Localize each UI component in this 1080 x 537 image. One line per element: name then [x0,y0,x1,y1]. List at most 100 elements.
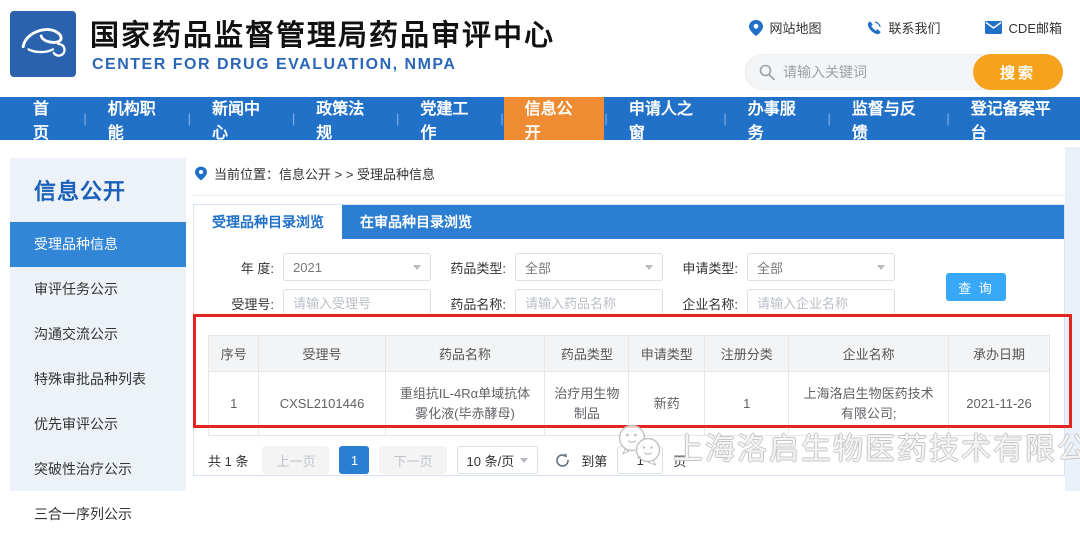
sidebar-list: 受理品种信息 审评任务公示 沟通交流公示 特殊审批品种列表 优先审评公示 突破性治疗公示三… [10,222,186,537]
search-icon [759,64,775,80]
table-cell-3: 治疗用生物制品 [544,371,630,436]
sidebar-item-2[interactable]: 沟通交流公示 [10,312,186,357]
contact-link[interactable]: 联系我们 [866,18,941,37]
table-cell-4: 新药 [628,371,706,436]
top-links: 网站地图 联系我们 CDE邮箱 [748,18,1062,37]
site-header: 国家药品监督管理局药品审评中心 CENTER FOR DRUG EVALUATI… [0,0,1080,97]
filter-row-2: 受理号: 药品名称: 企业名称: [208,289,1050,317]
site-title-cn: 国家药品监督管理局药品审评中心 [90,20,556,52]
drug-name-input[interactable] [515,289,663,317]
year-select[interactable]: 2021 [283,253,431,281]
mailbox-link[interactable]: CDE邮箱 [984,18,1062,37]
table-cell-0: 1 [207,371,260,436]
tab-bar: 受理品种目录浏览 在审品种目录浏览 [194,205,1064,239]
refresh-button[interactable] [554,452,571,469]
company-name-input[interactable] [747,289,895,317]
chevron-down-icon [645,264,653,270]
tab-accepted-catalog[interactable]: 受理品种目录浏览 [194,205,342,239]
swan-logo-icon [21,28,66,57]
sidebar-title: 信息公开 [34,179,127,204]
nav-item-9[interactable]: 登记备案平台 [950,97,1080,142]
sitemap-link[interactable]: 网站地图 [748,18,822,37]
sidebar-item-3[interactable]: 特殊审批品种列表 [10,357,186,402]
results-table-wrap: 序号 受理号 药品名称 药品类型 申请类型 注册分类 企业名称 承办日期 1 CXSL210144… [207,335,1050,436]
nav-item-4[interactable]: 党建工作 [399,97,500,142]
table-header-3: 药品类型 [544,335,630,372]
year-label: 年 度: [240,260,274,276]
table-header-0: 序号 [207,335,260,372]
goto-prefix-label: 到第 [581,453,608,469]
filter-row-1: 年 度: 2021 药品类型: 全部 申请类型: 全部 [208,253,1050,281]
sidebar-item-6[interactable]: 三合一序列公示 [10,492,186,537]
nav-item-2[interactable]: 新闻中心 [191,97,292,142]
goto-suffix-label: 页 [673,453,687,469]
breadcrumb-pin-icon [195,166,207,181]
total-count: 共 1 条 [208,453,249,469]
phone-icon [867,20,881,34]
drug-name-label: 药品名称: [450,296,506,312]
nav-item-6[interactable]: 申请人之窗 [608,97,724,142]
results-table: 序号 受理号 药品名称 药品类型 申请类型 注册分类 企业名称 承办日期 1 CXSL210144… [207,335,1050,436]
search-button[interactable]: 搜索 [973,54,1063,90]
main-nav: 首页 | 机构职能 | 新闻中心 | 政策法规 | 党建工作 | 信息公开 | 申请人之窗 | 办事服务 | 监… [0,97,1080,142]
page-1-button[interactable]: 1 [339,446,370,474]
drug-type-label: 药品类型: [450,260,506,276]
sidebar-item-5[interactable]: 突破性治疗公示 [10,447,186,492]
cde-logo [10,11,76,77]
sidebar-item-1[interactable]: 审评任务公示 [10,267,186,312]
year-select-value: 2021 [293,259,322,275]
table-cell-5: 1 [704,371,790,436]
nav-item-1[interactable]: 机构职能 [87,97,188,142]
chevron-down-icon [520,457,529,463]
sidebar: 信息公开 受理品种信息 审评任务公示 沟通交流公示 特殊审批品种列表 优先审评公示 突破性… [10,158,186,522]
mailbox-link-label: CDE邮箱 [1008,21,1062,36]
sitemap-link-label: 网站地图 [769,21,822,36]
next-page-button[interactable]: 下一页 [379,446,447,474]
page: 国家药品监督管理局药品审评中心 CENTER FOR DRUG EVALUATI… [0,0,1080,522]
nav-item-7[interactable]: 办事服务 [727,97,828,142]
apply-type-select-value: 全部 [757,260,784,276]
apply-type-label: 申请类型: [682,260,738,276]
nav-item-8[interactable]: 监督与反馈 [831,97,947,142]
company-name-label: 企业名称: [682,296,738,312]
nav-item-5[interactable]: 信息公开 [503,97,605,142]
content-panel: 受理品种目录浏览 在审品种目录浏览 年 度: 2021 药品类型: 全部 申请类… [193,204,1065,476]
sidebar-item-0[interactable]: 受理品种信息 [10,222,186,267]
chevron-down-icon [413,264,421,270]
query-button[interactable]: 查 询 [946,273,1006,301]
page-size-select[interactable]: 10 条/页 [456,446,539,474]
table-header-5: 注册分类 [704,335,790,372]
prev-page-button[interactable]: 上一页 [262,446,330,474]
drug-type-select[interactable]: 全部 [515,253,663,281]
table-header-1: 受理号 [258,335,386,372]
table-header-2: 药品名称 [384,335,546,372]
table-header-6: 企业名称 [788,335,950,372]
table-header-7: 承办日期 [948,335,1050,372]
goto-page-input[interactable] [617,446,664,474]
search-input[interactable] [775,64,973,80]
table-cell-1: CXSL2101446 [258,371,386,436]
sidebar-item-4[interactable]: 优先审评公示 [10,402,186,447]
drug-type-select-value: 全部 [525,260,552,276]
chevron-down-icon [877,264,885,270]
table-cell-7: 2021-11-26 [948,371,1050,436]
table-row: 1 CXSL2101446 重组抗IL-4Rα单域抗体雾化液(毕赤酵母) 治疗用生物制… [207,371,1050,436]
nav-item-0[interactable]: 首页 [12,97,83,142]
main-content: 当前位置：信息公开 > > 受理品种信息 受理品种目录浏览 在审品种目录浏览 年… [193,160,1065,491]
breadcrumb-text: 当前位置：信息公开 > > 受理品种信息 [214,167,436,182]
contact-link-label: 联系我们 [888,21,941,36]
filter-form: 年 度: 2021 药品类型: 全部 申请类型: 全部 受理号: 请输入受理号 … [194,239,1064,331]
acceptance-no-input[interactable] [283,289,431,317]
refresh-icon [556,452,569,467]
site-search: 搜索 [745,54,1063,90]
nav-item-3[interactable]: 政策法规 [295,97,396,142]
location-pin-icon [748,19,763,36]
mail-icon [984,21,1002,34]
tab-under-review-catalog[interactable]: 在审品种目录浏览 [342,205,490,239]
table-cell-2: 重组抗IL-4Rα单域抗体雾化液(毕赤酵母) [384,371,546,436]
pagination: 共 1 条 上一页 1 下一页 10 条/页 到第 页 [208,446,1050,474]
apply-type-select[interactable]: 全部 [747,253,895,281]
table-header-4: 申请类型 [628,335,706,372]
table-cell-6: 上海洛启生物医药技术有限公司; [788,371,950,436]
page-background-strip [1065,147,1080,491]
